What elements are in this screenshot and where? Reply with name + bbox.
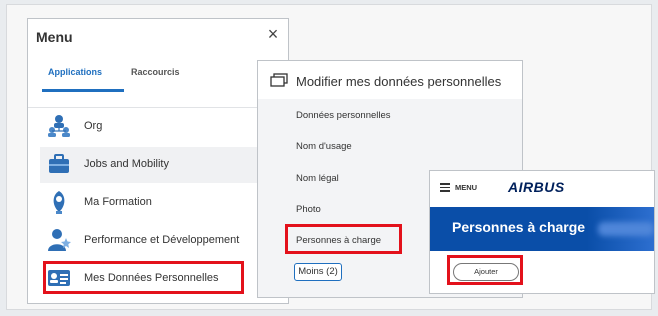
active-tab-indicator	[42, 89, 124, 92]
menu-item-performance[interactable]: Performance et Développement	[40, 223, 288, 259]
menu-item-mes-donnees-personnelles[interactable]: Mes Données Personnelles	[40, 261, 288, 297]
menu-item-label: Mes Données Personnelles	[84, 272, 219, 284]
tab-applications[interactable]: Applications	[48, 67, 102, 77]
training-icon	[53, 191, 65, 214]
window-icon	[270, 73, 288, 87]
add-button[interactable]: Ajouter	[453, 263, 519, 281]
item-personnes-a-charge[interactable]: Personnes à charge	[296, 235, 381, 246]
menu-item-org[interactable]: Org	[40, 109, 288, 145]
page-title: Personnes à charge	[452, 219, 586, 235]
blurred-user-name	[598, 222, 654, 236]
close-icon[interactable]: ×	[264, 25, 282, 43]
tab-raccourcis[interactable]: Raccourcis	[131, 67, 180, 77]
modifier-title: Modifier mes données personnelles	[296, 74, 502, 89]
hamburger-menu-icon[interactable]	[440, 183, 450, 192]
menu-tabs: Applications Raccourcis	[28, 67, 288, 93]
briefcase-icon	[49, 154, 69, 173]
airbus-logo: AIRBUS	[508, 179, 565, 195]
menu-item-label: Performance et Développement	[84, 234, 240, 246]
menu-panel: Menu × Applications Raccourcis Org Jobs …	[27, 18, 289, 304]
page-banner: Personnes à charge	[430, 207, 654, 251]
item-nom-legal[interactable]: Nom légal	[296, 173, 339, 184]
tabs-divider	[28, 107, 288, 108]
item-donnees-personnelles[interactable]: Données personnelles	[296, 110, 391, 121]
menu-item-label: Ma Formation	[84, 196, 152, 208]
menu-header: Menu ×	[28, 19, 288, 55]
org-chart-icon	[48, 115, 70, 137]
modifier-header: Modifier mes données personnelles	[258, 61, 522, 99]
item-nom-usage[interactable]: Nom d'usage	[296, 141, 352, 152]
performance-icon	[48, 229, 71, 251]
menu-item-jobs-mobility[interactable]: Jobs and Mobility	[40, 147, 288, 183]
less-button[interactable]: Moins (2)	[294, 263, 342, 281]
airbus-panel: MENU AIRBUS Personnes à charge Ajouter	[429, 170, 655, 294]
id-card-icon	[48, 270, 70, 286]
menu-item-label: Jobs and Mobility	[84, 158, 169, 170]
item-photo[interactable]: Photo	[296, 204, 321, 215]
airbus-topbar: MENU AIRBUS	[430, 171, 654, 203]
menu-title: Menu	[36, 29, 73, 45]
menu-label[interactable]: MENU	[455, 183, 477, 192]
menu-item-ma-formation[interactable]: Ma Formation	[40, 185, 288, 221]
menu-item-label: Org	[84, 120, 103, 132]
